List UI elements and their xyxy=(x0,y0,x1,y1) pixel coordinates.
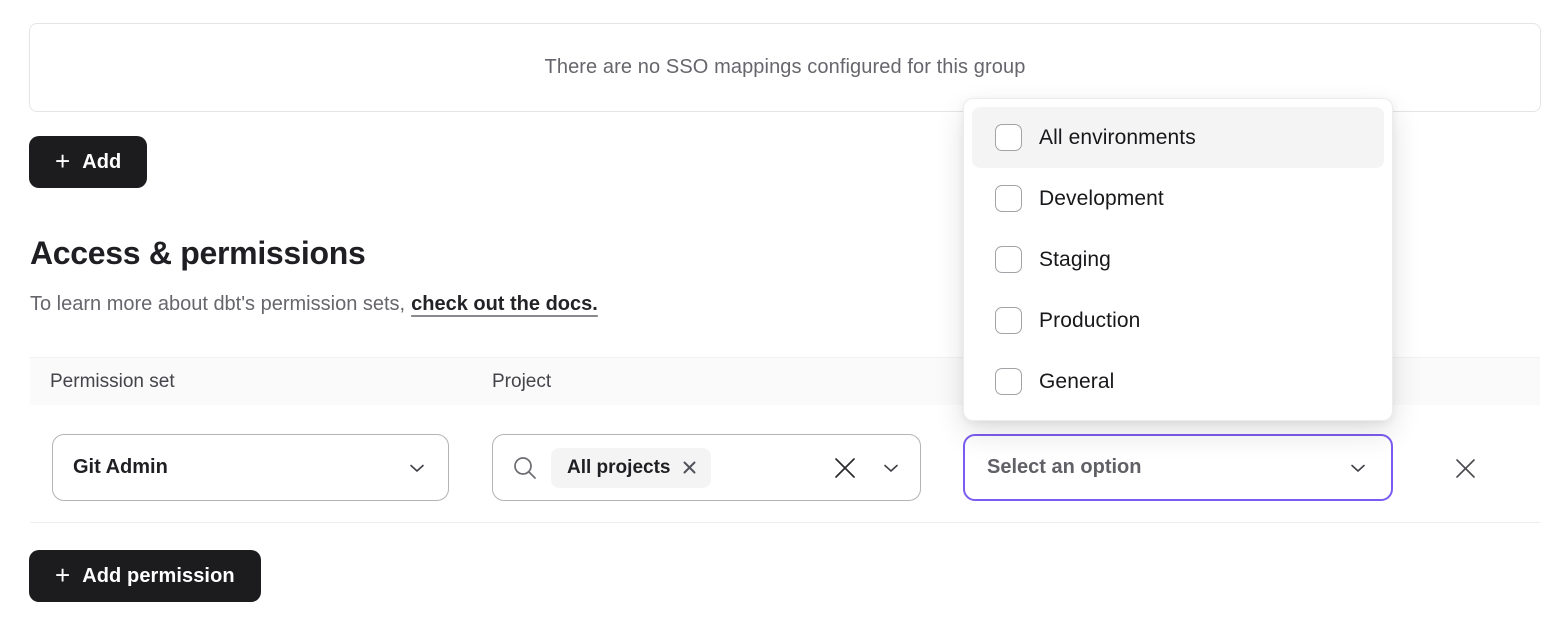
remove-permission-button[interactable] xyxy=(1445,448,1485,488)
docs-link[interactable]: check out the docs. xyxy=(411,293,598,315)
environment-dropdown-menu: All environments Development Staging Pro… xyxy=(963,98,1393,421)
environment-option-general[interactable]: General xyxy=(972,351,1384,412)
page-title: Access & permissions xyxy=(30,235,366,272)
checkbox-unchecked-icon[interactable] xyxy=(995,368,1022,395)
column-header-project: Project xyxy=(492,358,551,406)
add-permission-label: Add permission xyxy=(82,565,235,588)
chevron-down-icon[interactable] xyxy=(880,457,902,479)
permission-set-value: Git Admin xyxy=(73,456,406,479)
checkbox-unchecked-icon[interactable] xyxy=(995,124,1022,151)
plus-icon: + xyxy=(55,562,70,588)
group-settings-page: There are no SSO mappings configured for… xyxy=(0,0,1560,628)
environment-select[interactable]: Select an option xyxy=(963,434,1393,501)
environment-option-production[interactable]: Production xyxy=(972,290,1384,351)
environment-option-label: Staging xyxy=(1039,248,1111,272)
environment-option-development[interactable]: Development xyxy=(972,168,1384,229)
checkbox-unchecked-icon[interactable] xyxy=(995,185,1022,212)
project-chip-label: All projects xyxy=(567,457,670,479)
checkbox-unchecked-icon[interactable] xyxy=(995,246,1022,273)
project-chip[interactable]: All projects xyxy=(551,448,711,488)
environment-option-label: Development xyxy=(1039,187,1164,211)
search-icon xyxy=(511,454,539,482)
clear-selection-icon[interactable] xyxy=(832,455,858,481)
sso-empty-message: There are no SSO mappings configured for… xyxy=(545,56,1026,79)
project-multiselect[interactable]: All projects xyxy=(492,434,921,501)
column-header-permission-set: Permission set xyxy=(50,358,175,406)
section-subtitle: To learn more about dbt's permission set… xyxy=(30,293,598,316)
environment-option-all-environments[interactable]: All environments xyxy=(972,107,1384,168)
add-sso-mapping-button[interactable]: + Add xyxy=(29,136,147,188)
chevron-down-icon xyxy=(406,457,428,479)
add-permission-button[interactable]: + Add permission xyxy=(29,550,261,602)
environment-option-label: General xyxy=(1039,370,1114,394)
add-button-label: Add xyxy=(82,151,121,174)
plus-icon: + xyxy=(55,148,70,174)
environment-placeholder: Select an option xyxy=(987,456,1347,479)
chip-remove-icon[interactable] xyxy=(682,460,697,475)
chevron-down-icon xyxy=(1347,457,1369,479)
close-icon xyxy=(1453,456,1478,481)
environment-option-label: Production xyxy=(1039,309,1140,333)
checkbox-unchecked-icon[interactable] xyxy=(995,307,1022,334)
permission-set-select[interactable]: Git Admin xyxy=(52,434,449,501)
environment-option-label: All environments xyxy=(1039,126,1196,150)
environment-option-staging[interactable]: Staging xyxy=(972,229,1384,290)
subtitle-text: To learn more about dbt's permission set… xyxy=(30,293,405,315)
